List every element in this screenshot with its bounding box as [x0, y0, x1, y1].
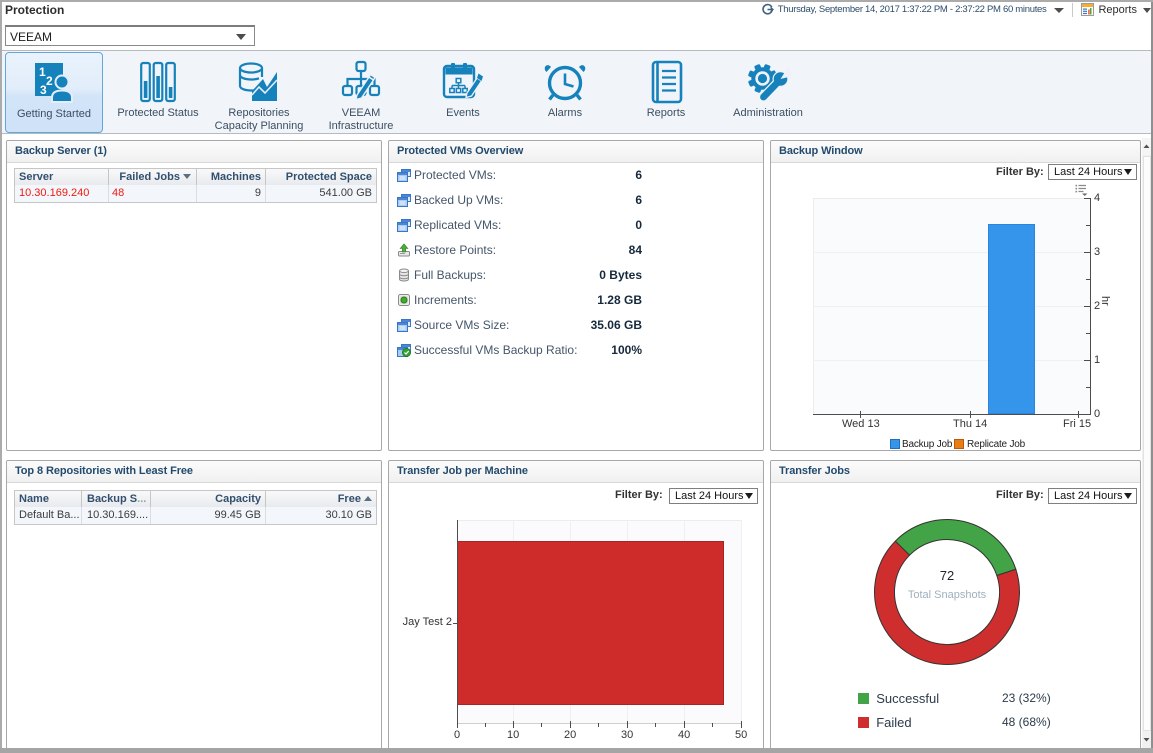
svg-text:1: 1	[39, 65, 46, 79]
svg-text:3: 3	[40, 83, 47, 97]
svg-text:2: 2	[46, 74, 53, 88]
